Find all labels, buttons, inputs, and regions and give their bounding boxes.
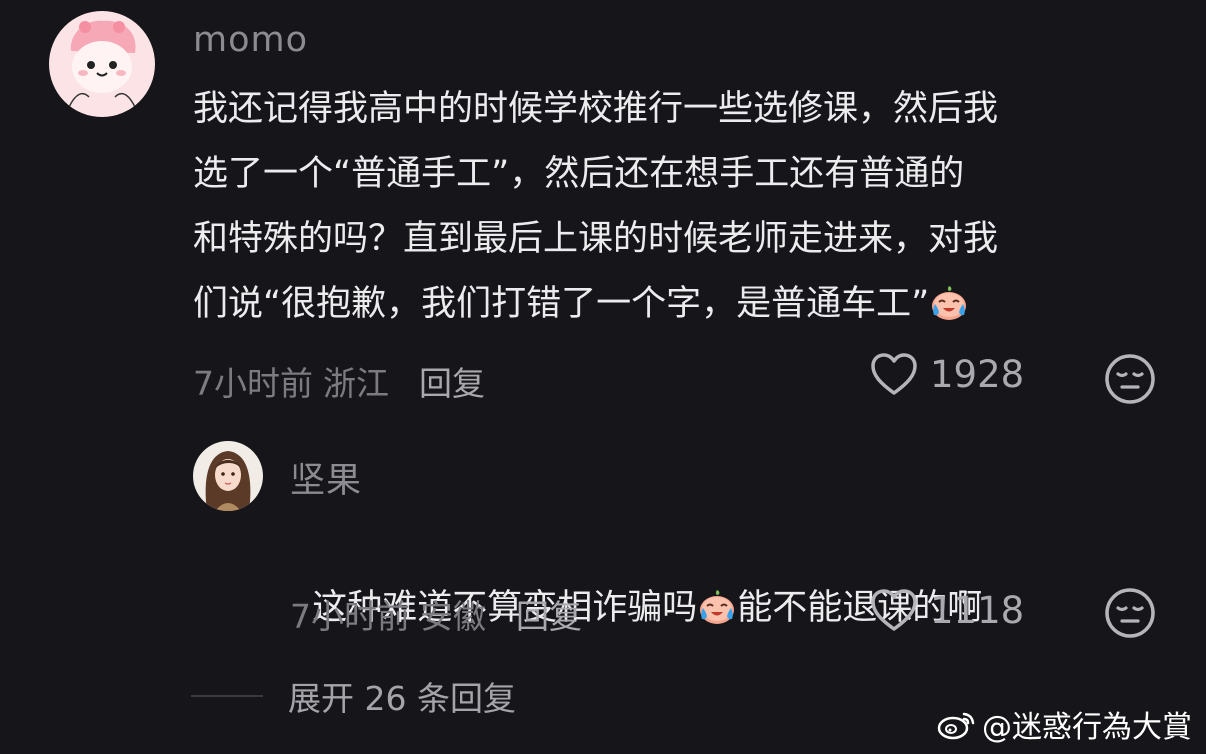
meh-face-icon bbox=[1104, 353, 1156, 405]
comment-line: 我还记得我高中的时候学校推行一些选修课，然后我 bbox=[193, 89, 999, 129]
comment-line: 选了一个“普通手工”，然后还在想手工还有普通的 bbox=[193, 154, 965, 194]
reply-like-button[interactable]: 1118 bbox=[870, 588, 1024, 632]
reply-reply-button[interactable]: 回复 bbox=[516, 590, 582, 638]
reply-location: 安徽 bbox=[420, 597, 486, 636]
comment-location: 浙江 bbox=[323, 364, 389, 403]
weibo-icon bbox=[937, 712, 975, 740]
meh-face-icon bbox=[1104, 587, 1156, 639]
crying-laughing-emoji bbox=[929, 283, 969, 323]
divider bbox=[191, 695, 263, 697]
expand-replies-button[interactable]: 展开 26 条回复 bbox=[191, 672, 516, 720]
watermark: @迷惑行為大賞 bbox=[936, 702, 1192, 746]
heart-icon bbox=[870, 588, 918, 632]
watermark-text: @迷惑行為大賞 bbox=[982, 710, 1192, 745]
crying-laughing-emoji bbox=[697, 587, 737, 627]
reply-meta: 7小时前 安徽 回复 bbox=[290, 590, 582, 638]
reply-username[interactable]: 坚果 bbox=[290, 452, 362, 503]
comment-meta: 7小时前 浙江 回复 bbox=[193, 357, 485, 405]
comment-text: 我还记得我高中的时候学校推行一些选修课，然后我 选了一个“普通手工”，然后还在想手… bbox=[193, 77, 998, 337]
comment-line: 和特殊的吗？直到最后上课的时候老师走进来，对我 bbox=[193, 219, 999, 259]
like-count: 1928 bbox=[930, 352, 1025, 396]
comment-username[interactable]: momo bbox=[193, 20, 308, 60]
reply-time: 7小时前 bbox=[290, 597, 410, 636]
heart-icon bbox=[870, 352, 918, 396]
reply-dislike-button[interactable] bbox=[1104, 587, 1156, 643]
reply-avatar[interactable] bbox=[193, 441, 263, 511]
avatar[interactable] bbox=[49, 11, 155, 117]
comment-line: 们说“很抱歉，我们打错了一个字，是普通车工” bbox=[193, 272, 998, 337]
like-button[interactable]: 1928 bbox=[870, 352, 1024, 396]
comment-time: 7小时前 bbox=[193, 364, 313, 403]
reply-button[interactable]: 回复 bbox=[419, 357, 485, 405]
expand-replies-label: 展开 26 条回复 bbox=[288, 679, 516, 718]
dislike-button[interactable] bbox=[1104, 353, 1156, 409]
reply-like-count: 1118 bbox=[930, 588, 1025, 632]
